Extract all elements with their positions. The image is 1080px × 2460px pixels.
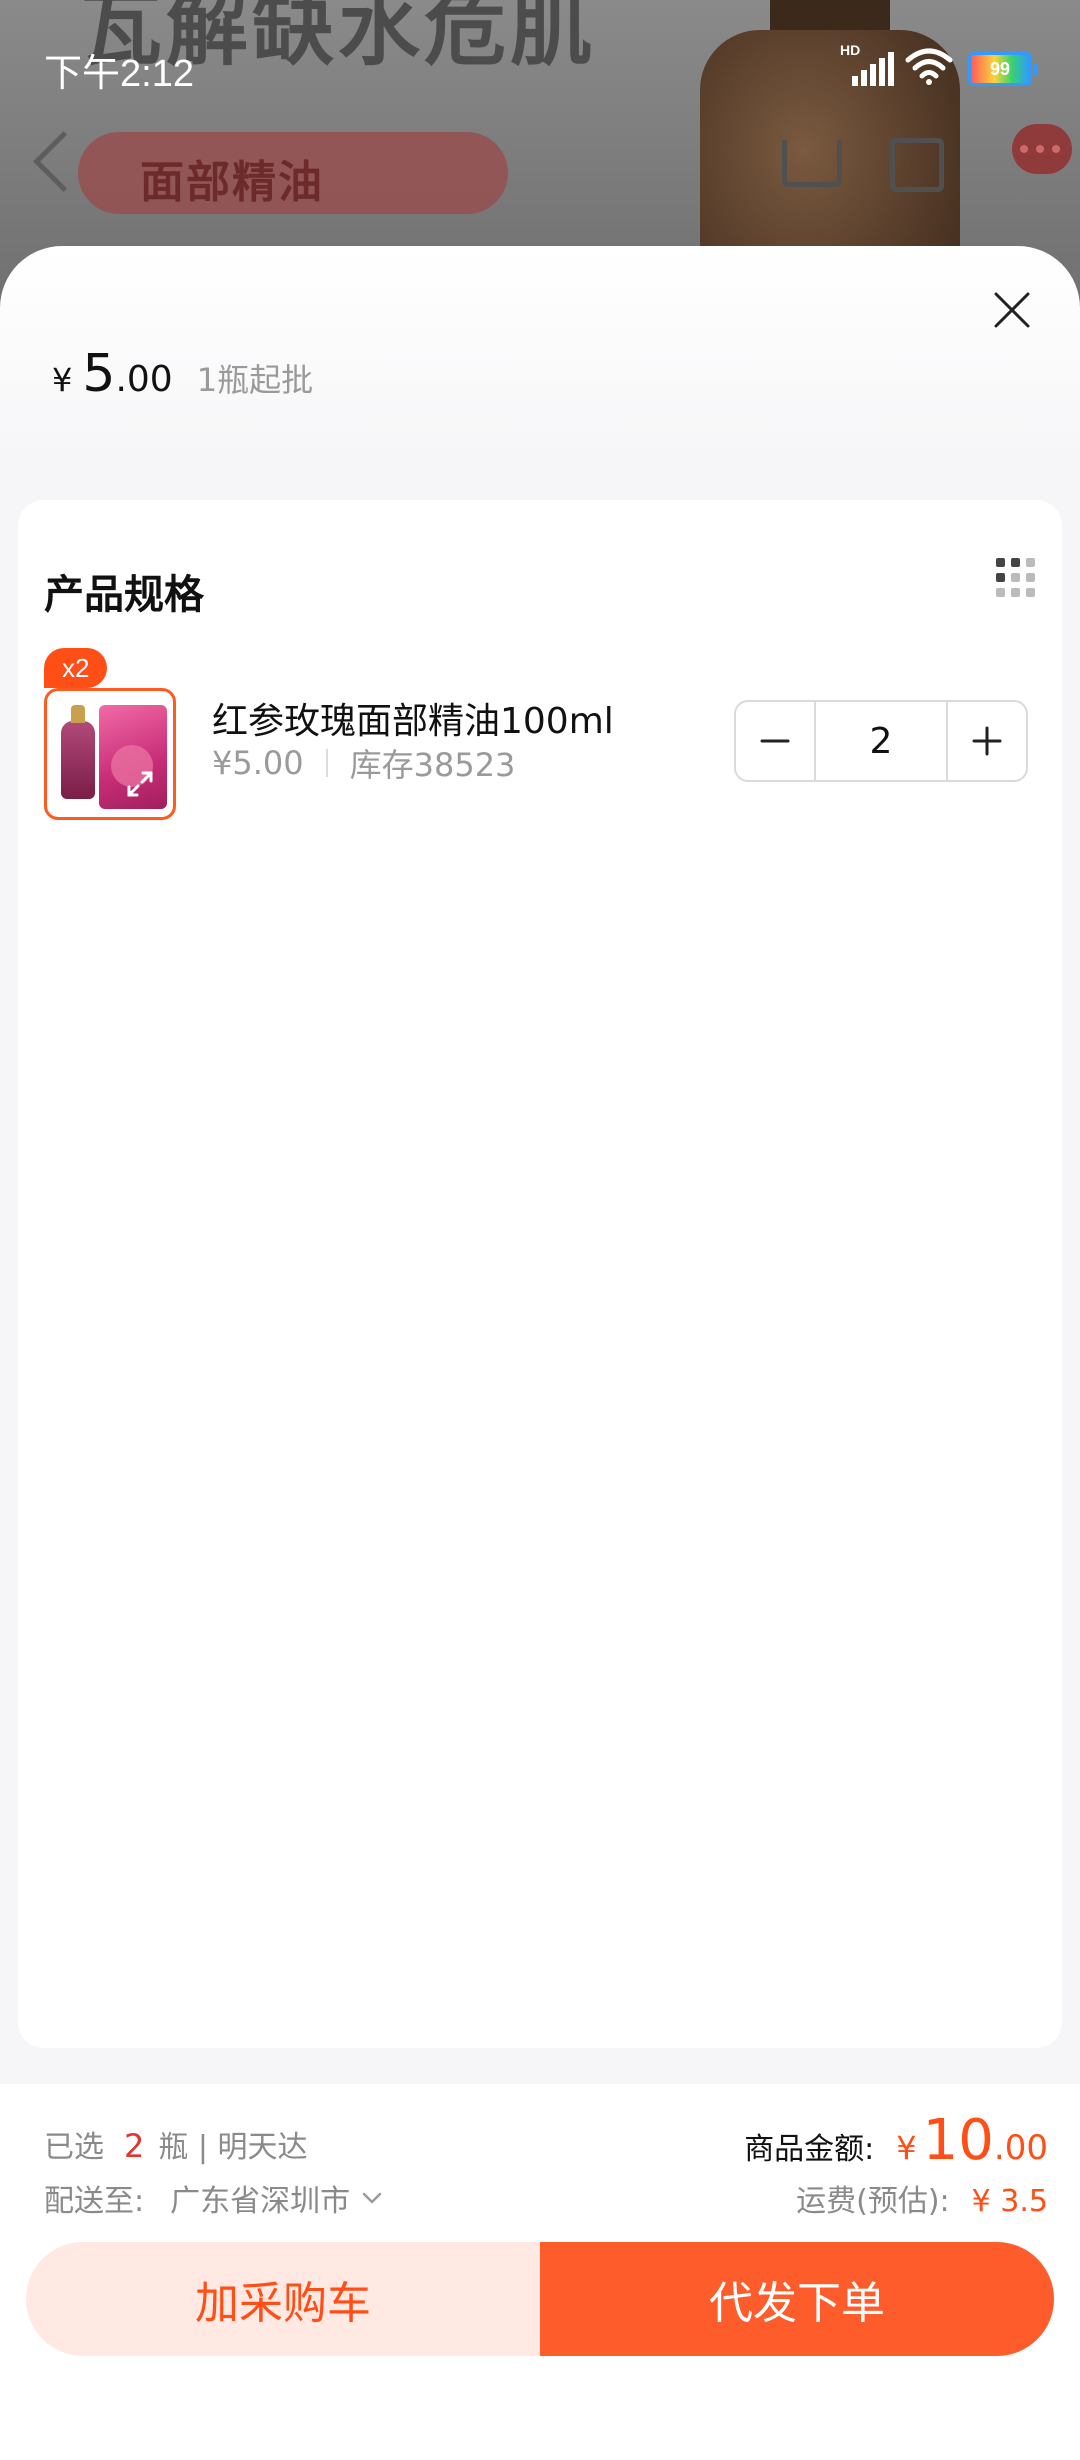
ship-label: 配送至: [44, 2184, 145, 2219]
chevron-down-icon[interactable] [360, 2186, 384, 2210]
background-tag-text: 面部精油 [140, 157, 324, 208]
meta-divider [325, 749, 328, 777]
minimum-order-label: 1瓶起批 [196, 361, 314, 399]
status-time: 下午2:12 [44, 53, 194, 95]
cart-icon[interactable] [782, 140, 842, 187]
place-order-button[interactable]: 代发下单 [540, 2242, 1054, 2356]
product-price: ¥5.00 [212, 744, 304, 782]
product-name: 红参玫瑰面部精油100ml [212, 701, 614, 742]
status-bar: 下午2:12 HD 99 [0, 0, 1080, 140]
signal-icon: HD [840, 42, 894, 86]
quantity-value[interactable]: 2 [814, 702, 948, 780]
quantity-badge: x2 [44, 648, 108, 688]
increase-button[interactable] [948, 702, 1026, 780]
expand-icon [127, 771, 153, 797]
freight-value: ¥ 3.5 [971, 2184, 1048, 2219]
decrease-button[interactable] [736, 702, 814, 780]
goods-amount: 商品金额: ¥ 10 .00 [744, 2108, 1048, 2173]
ship-region[interactable]: 广东省深圳市 [170, 2176, 350, 2220]
selected-prefix: 已选 [44, 2130, 104, 2165]
selected-count: 2 [124, 2127, 145, 2165]
spec-card: 产品规格 x2 红参玫瑰面部精油100ml ¥5.00 库存38523 2 [18, 500, 1062, 2048]
amount-decimal: .00 [993, 2128, 1048, 2168]
quantity-stepper: 2 [734, 700, 1028, 782]
price-currency: ¥ [52, 361, 73, 399]
shipping-destination[interactable]: 配送至: 广东省深圳市 [44, 2176, 384, 2220]
product-stock: 库存38523 [349, 746, 516, 784]
add-to-cart-button[interactable]: 加采购车 [26, 2242, 540, 2356]
product-meta: ¥5.00 库存38523 [212, 740, 515, 786]
freight-label: 运费(预估): [796, 2184, 950, 2219]
wifi-icon [905, 48, 953, 85]
amount-integer: 10 [922, 2108, 994, 2173]
plus-icon [972, 726, 1002, 756]
close-icon[interactable] [990, 288, 1034, 332]
list-item: x2 红参玫瑰面部精油100ml ¥5.00 库存38523 2 [44, 648, 1044, 820]
share-icon[interactable] [890, 138, 944, 192]
order-summary-bar: 已选 2 瓶 | 明天达 配送至: 广东省深圳市 商品金额: ¥ 10 .00 … [0, 2084, 1080, 2460]
product-thumbnail[interactable] [44, 688, 176, 820]
freight-estimate: 运费(预估): ¥ 3.5 [796, 2176, 1048, 2220]
thumbnail-bottle-image [61, 705, 95, 799]
selected-summary: 已选 2 瓶 | 明天达 [44, 2122, 308, 2166]
amount-currency: ¥ [896, 2129, 917, 2167]
unit-price: ¥ 5 .00 1瓶起批 [52, 344, 313, 404]
grid-view-icon[interactable] [994, 556, 1038, 600]
price-integer: 5 [82, 344, 116, 404]
selected-suffix: 瓶 | 明天达 [158, 2130, 308, 2165]
spec-title: 产品规格 [44, 572, 204, 618]
price-decimal: .00 [115, 359, 173, 400]
battery-icon: 99 [968, 52, 1038, 86]
minus-icon [760, 739, 790, 743]
status-icons: HD 99 [840, 42, 1038, 86]
amount-label: 商品金额: [744, 2132, 875, 2167]
